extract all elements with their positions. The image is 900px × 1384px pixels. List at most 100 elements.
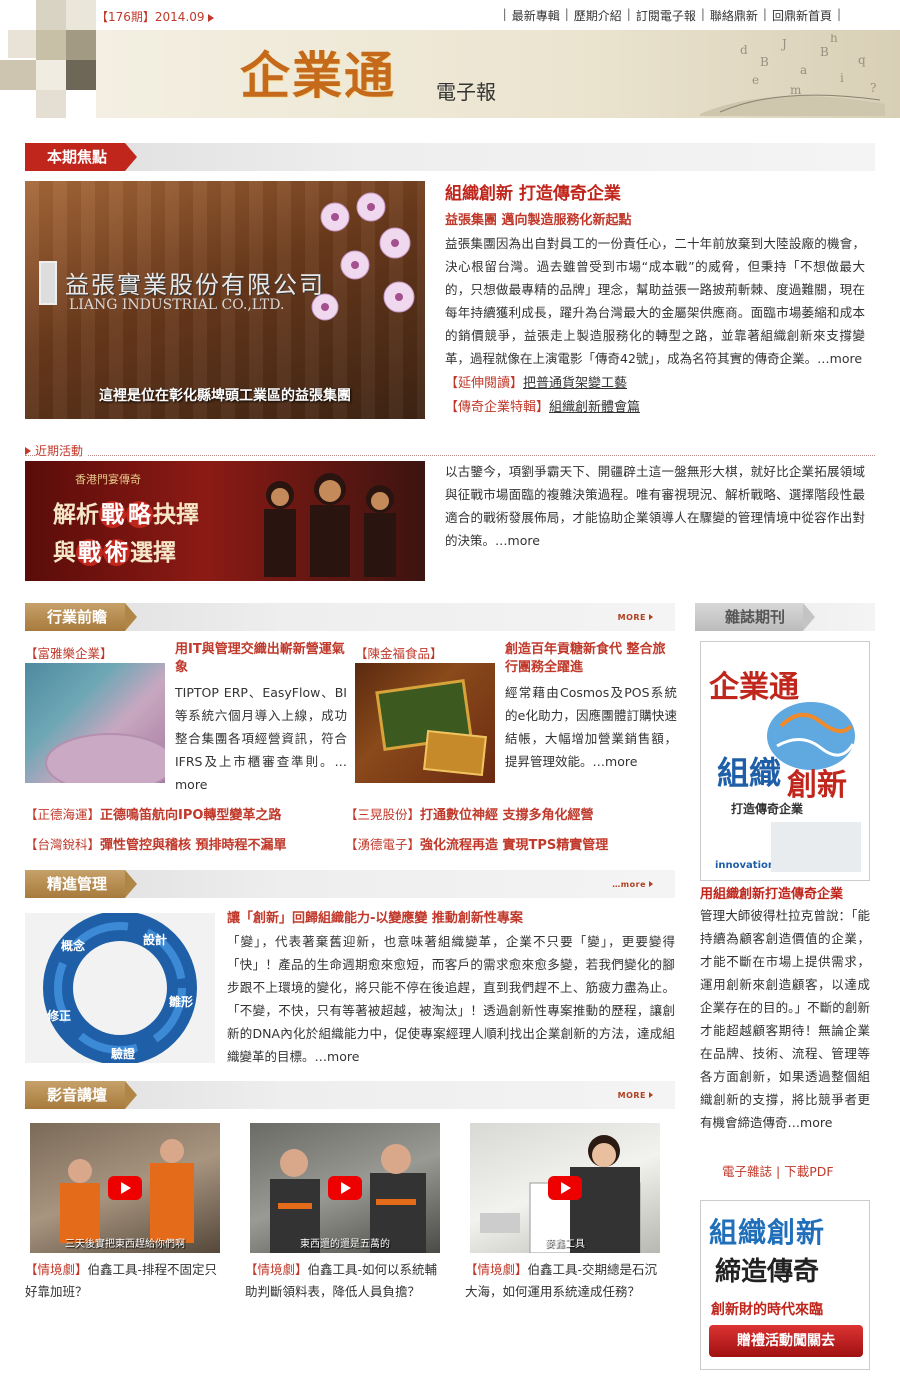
- video-subtitle: 麥鑫工具: [545, 1239, 585, 1250]
- focus-section-header: 本期焦點: [25, 143, 875, 171]
- nav-subscribe[interactable]: 訂閱電子報: [636, 7, 696, 24]
- event-divider: 近期活動: [25, 442, 875, 458]
- promo-line-3: 創新財的時代來臨: [711, 1302, 823, 1318]
- nav-contact[interactable]: 聯絡鼎新: [710, 7, 758, 24]
- play-icon[interactable]: [108, 1176, 142, 1200]
- card-body: 經常藉由Cosmos及POS系統的e化助力，因應團體訂購快速結帳，大幅增加營業銷…: [505, 685, 677, 769]
- magazine-title[interactable]: 用組織創新打造傳奇企業: [700, 883, 843, 902]
- focus-photo[interactable]: 益張實業股份有限公司 LIANG INDUSTRIAL CO.,LTD. 這裡是…: [25, 181, 425, 419]
- promo-button[interactable]: 贈禮活動闖關去: [709, 1325, 863, 1357]
- card-title[interactable]: 創造百年貢糖新食代 整合旅行團務全躍進: [505, 641, 677, 677]
- company-logo-icon: [39, 261, 57, 305]
- video-caption[interactable]: 【情境劇】伯鑫工具-排程不固定只好靠加班？: [25, 1259, 225, 1303]
- cover-badge: innovation: [715, 860, 775, 871]
- video-thumbnail[interactable]: 麥鑫工具: [470, 1123, 660, 1253]
- logo-subtitle: 電子報: [436, 80, 496, 104]
- management-body: 「變」，代表著棄舊迎新，也意味著組織變革，企業不只要「變」，更要變得「快」！產品…: [227, 934, 675, 1064]
- svg-text:q: q: [858, 53, 866, 67]
- industry-section-header: 行業前瞻 MORE: [25, 603, 675, 631]
- video-subtitle: 東西還的還是五萬的: [300, 1239, 390, 1250]
- event-more-link[interactable]: …more: [495, 533, 540, 548]
- innovation-cycle-diagram[interactable]: 概念 設計 雛形 驗證 修正: [25, 911, 215, 1065]
- event-label: 近期活動: [35, 444, 88, 458]
- nav-home[interactable]: 回鼎新首頁: [772, 7, 832, 24]
- cover-title-2: 創新: [787, 768, 847, 803]
- banner-line-1: 解析戰 略抉擇: [53, 501, 199, 528]
- focus-body: 益張集團因為出自對員工的一份責任心，二十年前放棄到大陸設廠的機會，決心根留台灣。…: [445, 236, 865, 366]
- video-caption[interactable]: 【情境劇】伯鑫工具-如何以系統輔助判斷領料表，降低人員負擔？: [245, 1259, 445, 1303]
- section-title: 行業前瞻: [25, 603, 138, 631]
- magazine-cover[interactable]: 企業通 組織 創新 打造傳奇企業 innovation: [700, 641, 870, 881]
- focus-subtitle: 益張集團 邁向製造服務化新起點: [445, 213, 632, 228]
- cycle-label: 概念: [61, 939, 86, 953]
- focus-title[interactable]: 組織創新 打造傳奇企業: [445, 182, 865, 206]
- magazine-links: 電子雜誌 | 下載PDF: [722, 1164, 834, 1179]
- photo-caption: 這裡是位在彰化縣埤頭工業區的益張集團: [99, 388, 351, 404]
- warriors-figures: [264, 473, 396, 577]
- candy-box-photo[interactable]: [355, 663, 495, 783]
- svg-text:B: B: [820, 45, 829, 59]
- video-thumbnail[interactable]: 三天後實把東西趕給你們啊: [30, 1123, 220, 1253]
- section-title: 影音講壇: [25, 1081, 138, 1109]
- magazine-body: 管理大師彼得杜拉克曾說：「能持續為顧客創造價值的企業，才能不斷在市場上提供需求，…: [700, 908, 870, 1130]
- event-body: 以古鑒今，項劉爭霸天下、開疆辟土這一盤無形大棋，就好比企業拓展領域與征戰市場面臨…: [445, 464, 865, 548]
- top-nav: | 最新專輯 | 歷期介紹 | 訂閱電子報 | 聯絡鼎新 | 回鼎新首頁 |: [502, 7, 841, 24]
- cover-title-1: 組織: [717, 754, 782, 792]
- video-thumbnail[interactable]: 東西還的還是五萬的: [250, 1123, 440, 1253]
- book-letters-decoration: dBJ aBi q?e hm: [700, 34, 885, 116]
- card-category: 【富雅樂企業】: [25, 646, 113, 661]
- svg-text:a: a: [800, 63, 807, 77]
- svg-text:i: i: [840, 71, 844, 85]
- svg-text:d: d: [740, 43, 748, 57]
- management-section-header: 精進管理 …more: [25, 870, 675, 898]
- related-link-1[interactable]: 【延伸閱讀】把普通貨架變工藝: [445, 372, 865, 396]
- svg-text:B: B: [760, 55, 769, 69]
- focus-more-link[interactable]: …more: [817, 351, 862, 366]
- cycle-label: 驗證: [111, 1047, 136, 1061]
- event-banner[interactable]: 香港門宴傳奇 解析戰 略抉擇 與戰 術選擇: [25, 461, 425, 581]
- cycle-label: 設計: [143, 933, 168, 947]
- management-title[interactable]: 讓「創新」回歸組織能力-以變應變 推動創新性專案: [227, 907, 675, 926]
- company-sign-en: LIANG INDUSTRIAL CO.,LTD.: [69, 297, 285, 313]
- industry-item[interactable]: 【台灣銳科】彈性管控與稽核 預排時程不漏單: [25, 834, 287, 853]
- svg-text:h: h: [830, 34, 838, 45]
- promo-banner[interactable]: 組織創新 締造傳奇 創新財的時代來臨 贈禮活動闖關去: [700, 1200, 870, 1370]
- video-more-link[interactable]: MORE: [618, 1091, 653, 1100]
- section-title: 雜誌期刊: [695, 603, 816, 631]
- management-more[interactable]: …more: [315, 1049, 360, 1064]
- industry-item[interactable]: 【湧德電子】強化流程再造 實現TPS精實管理: [345, 834, 608, 853]
- play-icon[interactable]: [328, 1176, 362, 1200]
- card-category: 【陳金福食品】: [355, 646, 443, 661]
- industry-item[interactable]: 【正德海運】正德鳴笛航向IPO轉型變革之路: [25, 804, 281, 823]
- cycle-label: 雛形: [169, 995, 194, 1009]
- banner-line-2: 與戰 術選擇: [53, 539, 176, 566]
- svg-text:J: J: [780, 37, 787, 51]
- promo-line-1: 組織創新: [709, 1216, 826, 1249]
- play-icon[interactable]: [548, 1176, 582, 1200]
- svg-text:?: ?: [870, 81, 876, 95]
- foam-rolls-photo[interactable]: [25, 663, 165, 783]
- card-body: TIPTOP ERP、EasyFlow、BI等系統六個月導入上線，成功整合集團各…: [175, 685, 347, 792]
- company-sign: 益張實業股份有限公司: [65, 271, 325, 299]
- download-pdf-link[interactable]: 下載PDF: [784, 1164, 833, 1179]
- logo-title: 企業通: [240, 46, 396, 105]
- svg-text:m: m: [790, 83, 802, 97]
- section-title: 精進管理: [25, 870, 138, 898]
- video-caption[interactable]: 【情境劇】伯鑫工具-交期總是石沉大海，如何運用系統達成任務？: [465, 1259, 665, 1303]
- card-more-link[interactable]: …more: [593, 754, 638, 769]
- ebook-link[interactable]: 電子雜誌: [722, 1164, 772, 1179]
- video-section-header: 影音講壇 MORE: [25, 1081, 675, 1109]
- video-subtitle: 三天後實把東西趕給你們啊: [65, 1239, 185, 1250]
- card-title[interactable]: 用IT與管理交織出嶄新營運氣象: [175, 641, 347, 677]
- industry-item[interactable]: 【三晃股份】打通數位神經 支撐多角化經營: [345, 804, 594, 823]
- nav-history[interactable]: 歷期介紹: [574, 7, 622, 24]
- nav-latest[interactable]: 最新專輯: [512, 7, 560, 24]
- magazine-section-header: 雜誌期刊: [695, 603, 875, 631]
- related-link-2[interactable]: 【傳奇企業特輯】組織創新體會篇: [445, 396, 865, 420]
- management-more-link[interactable]: …more: [612, 880, 653, 889]
- industry-more-link[interactable]: MORE: [618, 613, 653, 622]
- svg-text:e: e: [752, 73, 759, 87]
- section-title: 本期焦點: [25, 143, 138, 171]
- banner-top-text: 香港門宴傳奇: [75, 473, 141, 486]
- magazine-more-link[interactable]: …more: [788, 1115, 833, 1130]
